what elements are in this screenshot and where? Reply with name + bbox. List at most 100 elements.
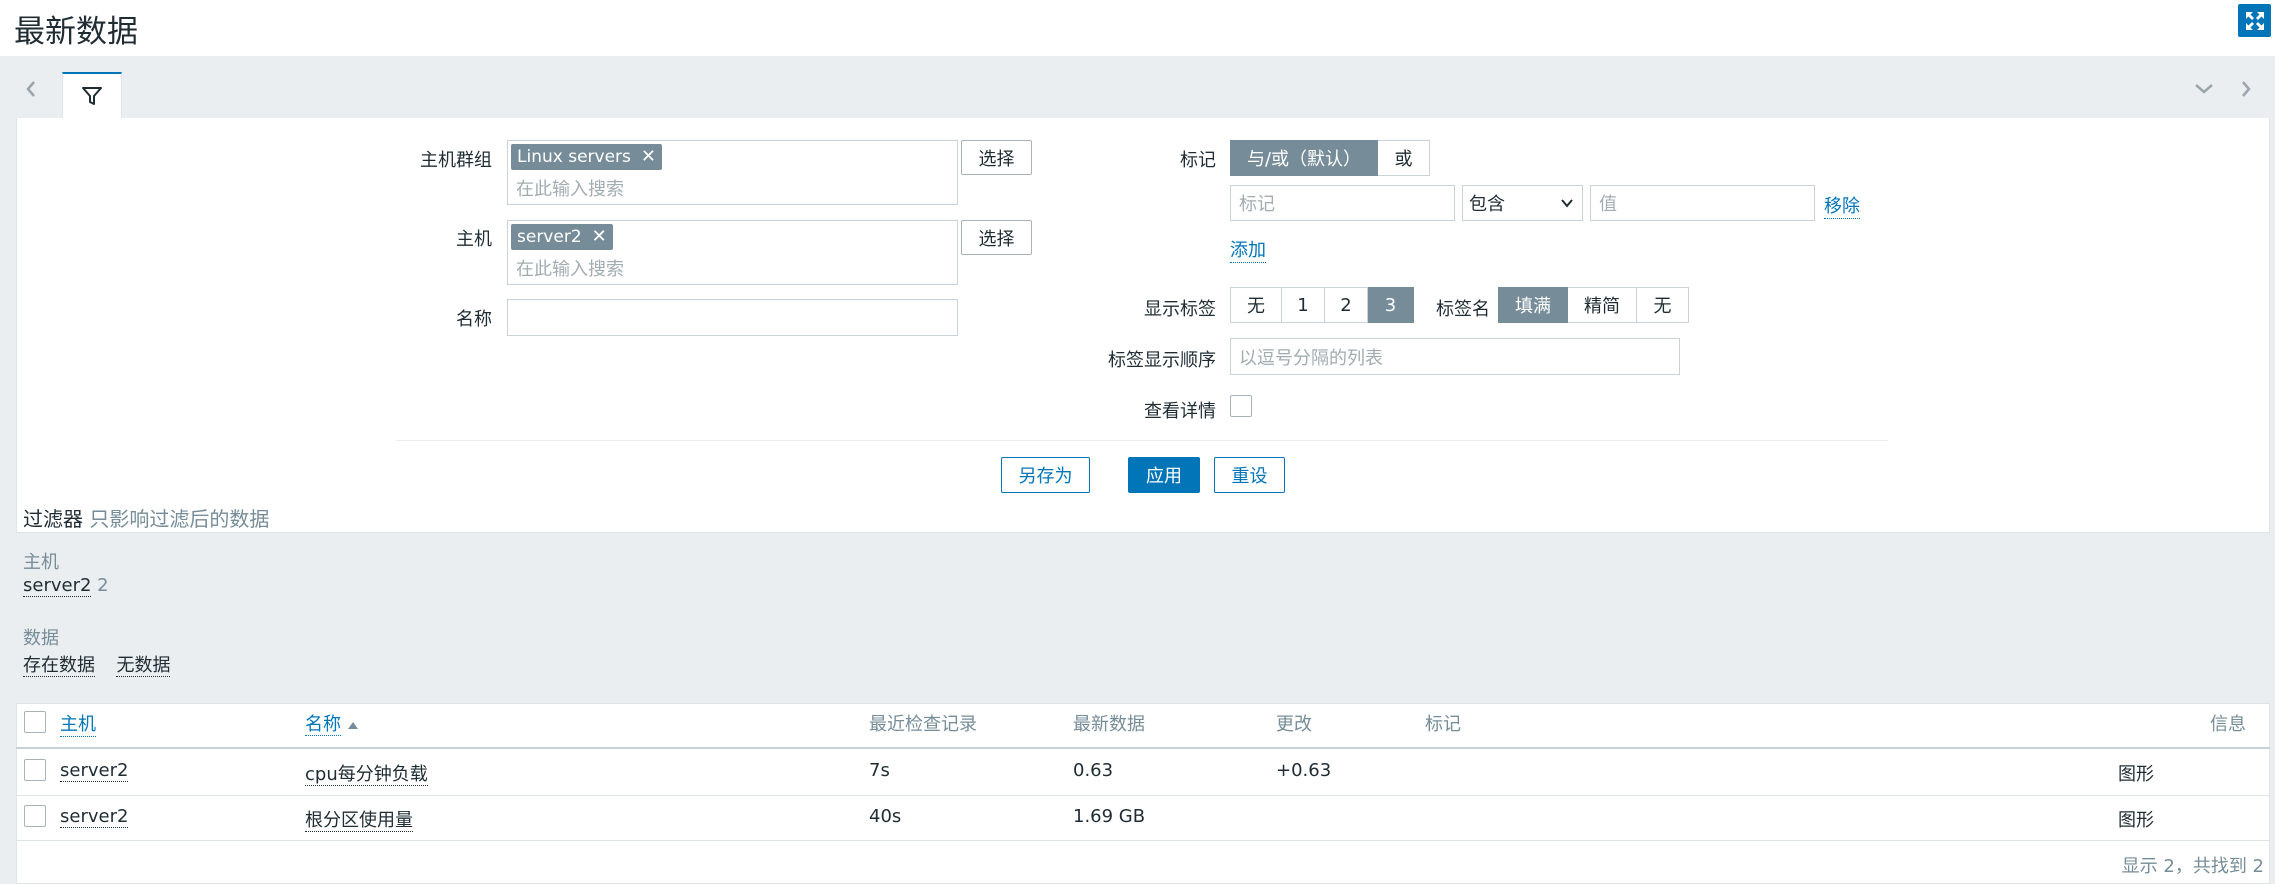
- page-title: 最新数据: [14, 14, 138, 50]
- show-details-checkbox[interactable]: [1230, 395, 1252, 417]
- column-name-label: 名称: [305, 714, 341, 736]
- filter-divider: [396, 440, 1888, 441]
- table-row-last-check: 7s: [869, 760, 890, 781]
- tag-name-short[interactable]: 精简: [1568, 287, 1637, 323]
- host-group-label: 主机群组: [420, 150, 492, 171]
- tag-value-input[interactable]: 值: [1590, 185, 1815, 221]
- name-input[interactable]: [507, 299, 958, 336]
- show-tags-group: 无 1 2 3: [1230, 287, 1414, 323]
- table-row-change: +0.63: [1276, 760, 1332, 781]
- fullscreen-button[interactable]: [2238, 4, 2271, 37]
- row-checkbox[interactable]: [24, 759, 46, 781]
- tabs-next-button[interactable]: [2234, 74, 2258, 104]
- table-row-divider: [16, 840, 2270, 841]
- column-name[interactable]: 名称: [305, 710, 359, 736]
- table-row-last-check: 40s: [869, 806, 902, 827]
- save-as-button[interactable]: 另存为: [1001, 457, 1090, 493]
- table-row-host[interactable]: server2: [60, 806, 129, 828]
- host-label: 主机: [456, 229, 492, 250]
- show-details-label: 查看详情: [1144, 401, 1216, 422]
- chevron-left-icon: [26, 81, 35, 97]
- subfilter-hosts-title: 主机: [23, 552, 59, 573]
- table-row-divider: [16, 795, 2270, 796]
- row-host-link: server2: [60, 806, 129, 828]
- subfilter-host-entry: server2 2: [23, 575, 109, 597]
- host-chip-label: server2: [517, 227, 582, 247]
- subfilter-host-count: 2: [97, 575, 109, 596]
- column-host[interactable]: 主机: [60, 710, 96, 737]
- tag-name-none[interactable]: 无: [1637, 287, 1689, 323]
- tag-name-input[interactable]: 标记: [1230, 185, 1455, 221]
- table-row-name[interactable]: cpu每分钟负载: [305, 760, 428, 786]
- add-tag-link[interactable]: 添加: [1230, 236, 1266, 263]
- host-group-select-button[interactable]: 选择: [961, 140, 1032, 175]
- host-group-search-placeholder: 在此输入搜索: [516, 179, 624, 200]
- tag-priority-label: 标签显示顺序: [1108, 350, 1216, 371]
- row-name-link: 根分区使用量: [305, 810, 413, 832]
- page-header: 最新数据: [0, 0, 2275, 56]
- table-row-host[interactable]: server2: [60, 760, 129, 782]
- show-tags-1[interactable]: 1: [1282, 287, 1325, 323]
- remove-chip-icon[interactable]: ✕: [592, 224, 607, 250]
- host-group-chip: Linux servers ✕: [511, 144, 662, 170]
- column-last-check: 最近检查记录: [869, 714, 977, 735]
- tag-op-and-or[interactable]: 与/或（默认）: [1230, 140, 1378, 176]
- tag-operator-select[interactable]: 包含: [1462, 185, 1583, 221]
- tag-operator-value: 包含: [1469, 194, 1505, 215]
- row-name-link: cpu每分钟负载: [305, 764, 428, 786]
- chevron-down-icon: [2195, 84, 2213, 94]
- tabs-prev-button[interactable]: [19, 74, 43, 104]
- column-info: 信息: [2210, 714, 2246, 735]
- subfilter-data-with[interactable]: 存在数据: [23, 655, 95, 677]
- column-last-value: 最新数据: [1073, 714, 1145, 735]
- tag-priority-input[interactable]: 以逗号分隔的列表: [1230, 338, 1680, 375]
- remove-chip-icon[interactable]: ✕: [641, 144, 656, 170]
- show-tags-2[interactable]: 2: [1325, 287, 1368, 323]
- table-footer-count: 显示 2，共找到 2: [2121, 856, 2264, 877]
- filter-icon: [82, 87, 102, 105]
- subfilter-divider: [16, 612, 2270, 613]
- host-group-multiselect[interactable]: Linux servers ✕ 在此输入搜索: [507, 140, 958, 205]
- tabs-collapse-button[interactable]: [2192, 74, 2216, 104]
- tag-priority-placeholder: 以逗号分隔的列表: [1239, 347, 1383, 369]
- subfilter-note: 只影响过滤后的数据: [89, 507, 270, 531]
- tag-op-or[interactable]: 或: [1378, 140, 1430, 176]
- subfilter-data-entries: 存在数据 无数据: [23, 651, 171, 677]
- subfilter-divider: [16, 536, 2270, 537]
- tag-value-placeholder: 值: [1599, 194, 1617, 215]
- table-row-last-value: 0.63: [1073, 760, 1114, 781]
- show-tags-none[interactable]: 无: [1230, 287, 1282, 323]
- fullscreen-icon: [2245, 11, 2264, 30]
- remove-tag-link[interactable]: 移除: [1824, 192, 1860, 219]
- subfilter-data-without[interactable]: 无数据: [116, 655, 171, 677]
- chevron-down-icon: [1561, 199, 1573, 208]
- table-row-graph-link[interactable]: 图形: [2118, 806, 2154, 832]
- tag-name-format-group: 填满 精简 无: [1498, 287, 1689, 323]
- host-group-chip-label: Linux servers: [517, 147, 631, 167]
- tag-name-format-label: 标签名: [1436, 299, 1490, 320]
- row-checkbox[interactable]: [24, 805, 46, 827]
- table-row-last-value: 1.69 GB: [1073, 806, 1146, 827]
- tag-name-full[interactable]: 填满: [1498, 287, 1568, 323]
- host-select-button[interactable]: 选择: [961, 220, 1032, 255]
- host-search-placeholder: 在此输入搜索: [516, 259, 624, 280]
- table-row-name[interactable]: 根分区使用量: [305, 806, 413, 832]
- chevron-right-icon: [2242, 81, 2251, 97]
- sort-asc-icon: [347, 722, 358, 729]
- subfilter-data-title: 数据: [23, 628, 59, 649]
- tag-name-placeholder: 标记: [1239, 194, 1275, 215]
- subfilter-header: 过滤器 只影响过滤后的数据: [23, 503, 269, 532]
- name-label: 名称: [456, 309, 492, 330]
- tag-evaltype-group: 与/或（默认） 或: [1230, 140, 1430, 176]
- reset-button[interactable]: 重设: [1214, 457, 1285, 493]
- tab-filter[interactable]: [62, 72, 122, 118]
- row-host-link: server2: [60, 760, 129, 782]
- show-tags-label: 显示标签: [1144, 299, 1216, 320]
- subfilter-host-link[interactable]: server2: [23, 575, 92, 597]
- apply-button[interactable]: 应用: [1128, 457, 1200, 493]
- column-tags: 标记: [1425, 714, 1461, 735]
- host-multiselect[interactable]: server2 ✕ 在此输入搜索: [507, 220, 958, 285]
- select-all-checkbox[interactable]: [24, 711, 46, 733]
- table-row-graph-link[interactable]: 图形: [2118, 760, 2154, 786]
- show-tags-3[interactable]: 3: [1368, 287, 1414, 323]
